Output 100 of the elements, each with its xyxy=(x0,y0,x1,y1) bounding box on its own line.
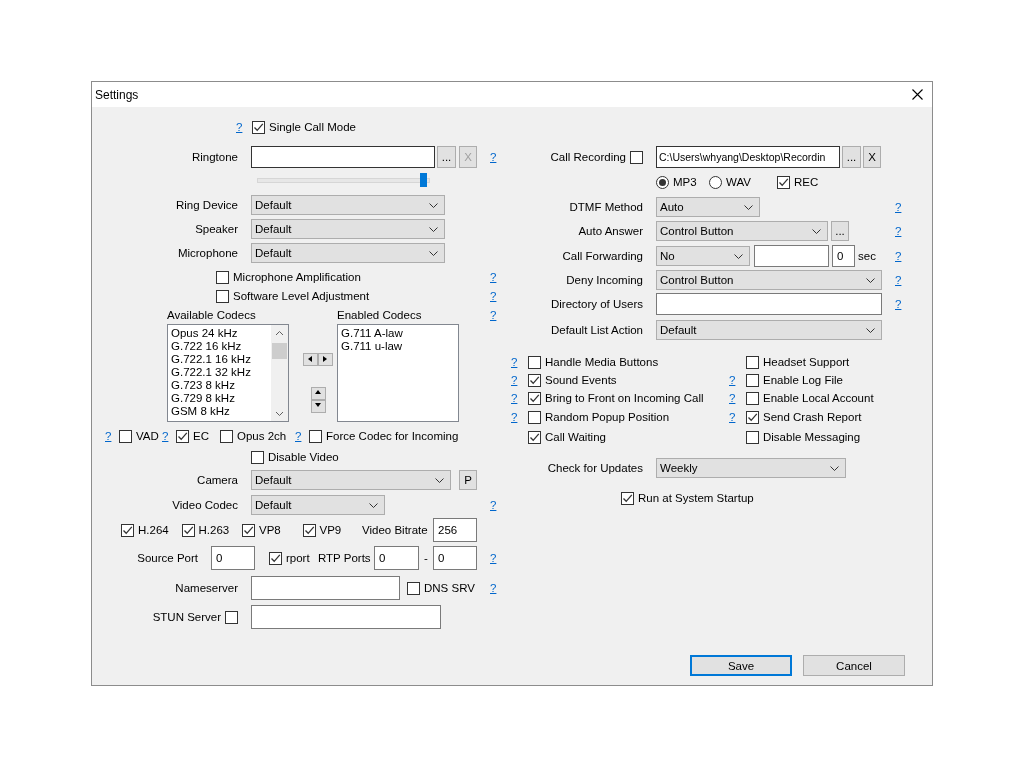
checkbox[interactable] xyxy=(176,429,189,443)
checkbox[interactable] xyxy=(528,391,541,405)
text-field[interactable]: 256 xyxy=(433,518,477,542)
list-item[interactable]: G.711 A-law xyxy=(341,327,455,340)
checkbox[interactable] xyxy=(630,150,643,164)
help-link[interactable]: ? xyxy=(895,225,902,237)
dropdown[interactable]: Default xyxy=(251,243,445,263)
move-right-button[interactable] xyxy=(318,352,333,366)
dropdown[interactable]: Weekly xyxy=(656,458,846,478)
list-item[interactable]: GSM 8 kHz xyxy=(171,405,268,418)
dropdown[interactable]: Auto xyxy=(656,197,760,217)
checkbox[interactable] xyxy=(528,373,541,387)
help-link[interactable]: ? xyxy=(236,121,243,133)
help-link[interactable]: ? xyxy=(729,392,736,404)
help-link[interactable]: ? xyxy=(490,552,497,564)
dropdown[interactable]: Default xyxy=(251,495,385,515)
dropdown[interactable]: Default xyxy=(656,320,882,340)
checkbox-label[interactable]: Enable Local Account xyxy=(763,392,874,404)
checkbox[interactable] xyxy=(407,581,420,595)
checkbox-label[interactable]: H.264 xyxy=(138,524,169,536)
checkbox-label[interactable]: Opus 2ch xyxy=(237,430,287,442)
checkbox-label[interactable]: Bring to Front on Incoming Call xyxy=(545,392,704,404)
checkbox-label[interactable]: Force Codec for Incoming xyxy=(326,430,459,442)
help-link[interactable]: ? xyxy=(511,356,518,368)
checkbox[interactable] xyxy=(251,450,264,464)
browse-button[interactable]: ... xyxy=(437,146,456,168)
help-link[interactable]: ? xyxy=(490,271,497,283)
more-button[interactable]: ... xyxy=(831,221,849,241)
checkbox-label[interactable]: Run at System Startup xyxy=(638,492,754,504)
dropdown[interactable]: Default xyxy=(251,219,445,239)
help-link[interactable]: ? xyxy=(729,374,736,386)
help-link[interactable]: ? xyxy=(490,151,497,163)
checkbox-label[interactable]: Sound Events xyxy=(545,374,617,386)
checkbox[interactable] xyxy=(746,391,759,405)
checkbox[interactable] xyxy=(220,429,233,443)
clear-button[interactable]: X xyxy=(863,146,881,168)
checkbox[interactable] xyxy=(777,175,790,189)
checkbox[interactable] xyxy=(746,410,759,424)
dialog-button[interactable]: Save xyxy=(690,655,792,676)
help-link[interactable]: ? xyxy=(511,374,518,386)
checkbox-label[interactable]: H.263 xyxy=(198,524,230,536)
checkbox[interactable] xyxy=(252,120,265,134)
codec-list[interactable]: Opus 24 kHz G.722 16 kHz G.722.1 16 kHz G.722.1 32 kHz G.723 8 kHz G.729 8 kHz GSM 8 kHz xyxy=(167,324,289,422)
radio-button[interactable] xyxy=(656,175,669,189)
dropdown[interactable]: Default xyxy=(251,470,451,490)
text-field[interactable]: 0 xyxy=(374,546,419,570)
text-field[interactable] xyxy=(754,245,829,267)
radio-button[interactable] xyxy=(709,175,722,189)
checkbox[interactable] xyxy=(269,551,282,565)
move-up-button[interactable] xyxy=(310,386,326,400)
radio-label[interactable]: MP3 xyxy=(673,176,697,188)
checkbox[interactable] xyxy=(119,429,132,443)
text-field[interactable] xyxy=(251,146,435,168)
help-link[interactable]: ? xyxy=(162,430,169,442)
checkbox[interactable] xyxy=(746,355,759,369)
checkbox-label[interactable]: Disable Messaging xyxy=(763,431,861,443)
checkbox[interactable] xyxy=(621,491,634,505)
checkbox-label[interactable]: Call Waiting xyxy=(545,431,606,443)
checkbox[interactable] xyxy=(746,373,759,387)
checkbox[interactable] xyxy=(181,523,195,537)
help-link[interactable]: ? xyxy=(490,582,497,594)
checkbox-label[interactable]: EC xyxy=(193,430,209,442)
list-item[interactable]: G.722 16 kHz xyxy=(171,340,268,353)
browse-button[interactable]: ... xyxy=(842,146,861,168)
checkbox-label[interactable]: VP9 xyxy=(319,524,342,536)
checkbox-label[interactable]: Send Crash Report xyxy=(763,411,862,423)
help-link[interactable]: ? xyxy=(895,274,902,286)
list-item[interactable]: G.722.1 16 kHz xyxy=(171,353,268,366)
help-link[interactable]: ? xyxy=(895,250,902,262)
text-field[interactable]: C:\Users\whyang\Desktop\Recordin xyxy=(656,146,840,168)
checkbox-label[interactable]: Microphone Amplification xyxy=(233,271,361,283)
list-item[interactable]: G.729 8 kHz xyxy=(171,392,268,405)
checkbox-label[interactable]: Headset Support xyxy=(763,356,850,368)
text-field[interactable]: 0 xyxy=(433,546,477,570)
checkbox[interactable] xyxy=(216,289,229,303)
checkbox-label[interactable]: Single Call Mode xyxy=(269,121,356,133)
move-left-button[interactable] xyxy=(303,352,318,366)
help-link[interactable]: ? xyxy=(511,392,518,404)
checkbox-label[interactable]: VP8 xyxy=(259,524,281,536)
checkbox-label[interactable]: Random Popup Position xyxy=(545,411,670,423)
checkbox[interactable] xyxy=(528,355,541,369)
text-field[interactable] xyxy=(251,576,400,600)
codec-list[interactable]: G.711 A-law G.711 u-law xyxy=(337,324,459,422)
checkbox[interactable] xyxy=(225,610,238,624)
checkbox-label[interactable]: Software Level Adjustment xyxy=(233,290,370,302)
checkbox[interactable] xyxy=(746,430,759,444)
text-field[interactable] xyxy=(251,605,441,629)
slider-thumb[interactable] xyxy=(419,173,427,187)
checkbox[interactable] xyxy=(302,523,316,537)
help-link[interactable]: ? xyxy=(490,499,497,511)
scrollbar[interactable] xyxy=(271,325,288,421)
help-link[interactable]: ? xyxy=(729,411,736,423)
list-item[interactable]: G.723 8 kHz xyxy=(171,379,268,392)
checkbox-label[interactable]: Enable Log File xyxy=(763,374,843,386)
checkbox-label[interactable]: DNS SRV xyxy=(424,582,475,594)
help-link[interactable]: ? xyxy=(490,290,497,302)
dropdown[interactable]: Control Button xyxy=(656,221,828,241)
checkbox-label[interactable]: Disable Video xyxy=(268,451,339,463)
list-item[interactable]: G.722.1 32 kHz xyxy=(171,366,268,379)
checkbox[interactable] xyxy=(121,523,134,537)
